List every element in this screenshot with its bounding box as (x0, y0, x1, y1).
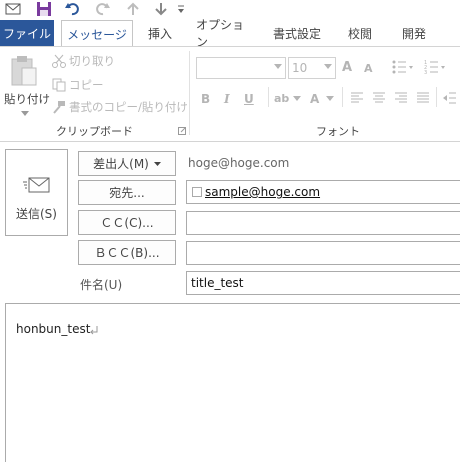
tab-developer[interactable]: 開発 (398, 20, 430, 46)
save-icon[interactable] (33, 0, 55, 18)
send-button[interactable]: 送信(S) (5, 149, 68, 236)
copy-button[interactable]: コピー (52, 77, 104, 93)
cut-button[interactable]: 切り取り (52, 53, 115, 69)
dialog-launcher-icon[interactable] (178, 127, 186, 135)
format-painter-label: 書式のコピー/貼り付け (69, 100, 188, 114)
from-button[interactable]: 差出人(M) (78, 151, 176, 176)
paste-button[interactable]: 貼り付け (4, 53, 50, 123)
group-separator (189, 51, 190, 135)
subject-label: 件名(U) (80, 278, 123, 292)
send-label: 送信(S) (16, 207, 57, 221)
underline-button[interactable]: U (244, 92, 254, 106)
body-text: honbun_test (16, 322, 91, 336)
shrink-font-button[interactable]: A (364, 62, 373, 75)
tab-review[interactable]: 校閲 (344, 20, 376, 46)
recipient-checkbox-icon (192, 187, 202, 197)
from-button-label: 差出人(M) (93, 157, 149, 171)
decrease-indent-icon[interactable] (442, 91, 456, 105)
paintbrush-icon (53, 101, 65, 114)
subject-value: title_test (191, 276, 244, 290)
align-right-icon[interactable] (394, 91, 408, 105)
clipboard-group-label: クリップボード (56, 125, 133, 138)
paragraph-mark-icon (90, 326, 98, 335)
numbered-list-icon[interactable]: 123 (424, 59, 446, 75)
format-painter-button[interactable]: 書式のコピー/貼り付け (52, 99, 188, 115)
ribbon: 貼り付け 切り取り コピー 書式のコピー/貼り付け クリップボード 10 A A… (0, 46, 460, 142)
align-left-icon[interactable] (350, 91, 364, 105)
italic-button[interactable]: I (224, 92, 230, 106)
customize-icon[interactable] (174, 0, 188, 18)
message-body[interactable]: honbun_test (5, 303, 460, 462)
cut-label: 切り取り (69, 54, 115, 68)
copy-label: コピー (69, 78, 104, 92)
divider (342, 87, 343, 107)
to-button-label: 宛先... (109, 186, 145, 200)
justify-icon[interactable] (416, 91, 430, 105)
font-name-combo[interactable] (196, 57, 286, 79)
chevron-down-icon (21, 111, 29, 116)
undo-icon[interactable] (62, 0, 84, 18)
tab-options[interactable]: オプション (196, 18, 252, 49)
tab-insert[interactable]: 挿入 (144, 20, 176, 46)
bcc-button-label: ＢＣＣ(B)... (94, 246, 160, 260)
tab-format[interactable]: 書式設定 (268, 20, 326, 46)
cc-button-label: ＣＣ(C)... (100, 216, 154, 230)
up-arrow-icon[interactable] (122, 0, 144, 18)
svg-text:3: 3 (424, 70, 427, 75)
chevron-down-icon (326, 96, 334, 101)
ribbon-tabs: ファイル メッセージ 挿入 オプション 書式設定 校閲 開発 (0, 18, 460, 49)
align-center-icon[interactable] (372, 91, 386, 105)
paste-label: 貼り付け (4, 92, 50, 106)
subject-field[interactable]: title_test (186, 271, 460, 295)
paste-icon (11, 56, 37, 86)
to-recipient[interactable]: sample@hoge.com (205, 185, 320, 199)
divider (436, 87, 437, 107)
font-group-label: フォント (316, 125, 360, 138)
to-field[interactable]: sample@hoge.com (186, 180, 460, 204)
scissors-icon (52, 54, 66, 68)
chevron-down-icon (293, 96, 301, 101)
grow-font-button[interactable]: A (342, 60, 352, 75)
font-size-value: 10 (292, 61, 308, 75)
highlight-button[interactable]: ab (274, 92, 289, 105)
redo-icon[interactable] (91, 0, 113, 18)
send-mail-icon (23, 177, 50, 193)
chevron-down-icon (324, 64, 332, 69)
bold-button[interactable]: B (201, 92, 210, 106)
mail-icon (2, 0, 24, 18)
chevron-down-icon (274, 64, 282, 69)
font-size-combo[interactable]: 10 (288, 57, 336, 79)
cc-button[interactable]: ＣＣ(C)... (78, 210, 176, 235)
cc-field[interactable] (186, 211, 460, 235)
divider (268, 87, 269, 107)
bcc-field[interactable] (186, 241, 460, 265)
from-value: hoge@hoge.com (188, 156, 290, 170)
bullet-list-icon[interactable] (392, 59, 414, 75)
bcc-button[interactable]: ＢＣＣ(B)... (78, 240, 176, 265)
chevron-down-icon (153, 161, 161, 166)
tab-file[interactable]: ファイル (0, 20, 54, 46)
down-arrow-icon[interactable] (150, 0, 172, 18)
copy-icon (52, 78, 66, 92)
tab-message[interactable]: メッセージ (61, 20, 133, 47)
font-color-button[interactable]: A (310, 92, 319, 106)
to-button[interactable]: 宛先... (78, 180, 176, 205)
